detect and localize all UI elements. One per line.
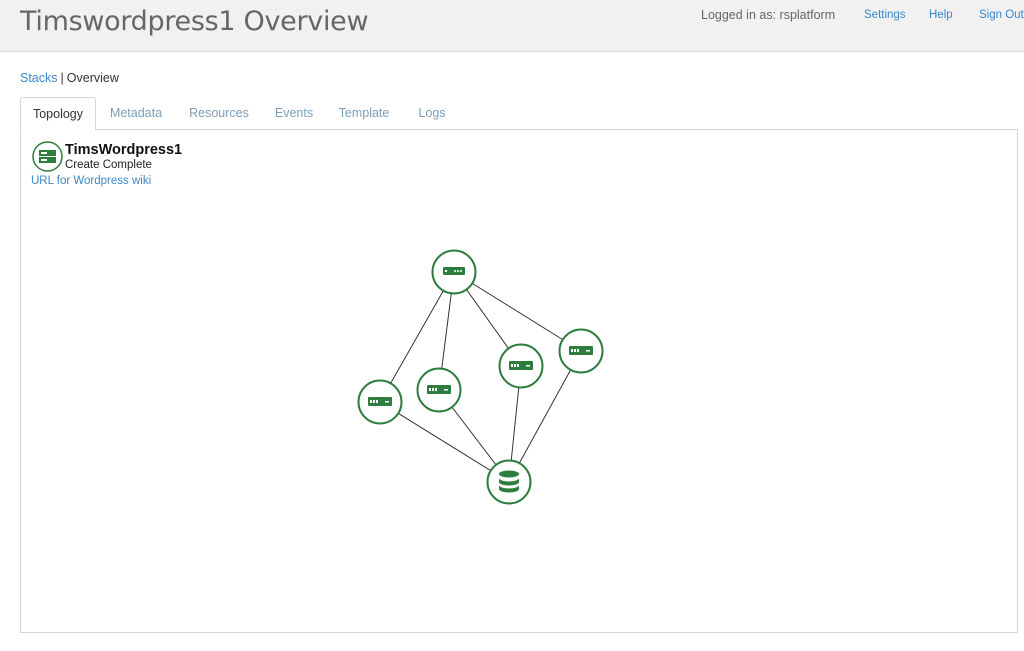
tab-template[interactable]: Template (334, 97, 394, 129)
server-node[interactable] (558, 328, 604, 374)
load-balancer-node[interactable] (431, 249, 477, 295)
server-icon (427, 385, 451, 394)
topology-graph (357, 249, 604, 505)
tab-metadata[interactable]: Metadata (101, 97, 171, 129)
sign-out-link[interactable]: Sign Out (979, 9, 1024, 21)
tab-bar: Topology Metadata Resources Events Templ… (20, 97, 1018, 131)
server-icon (509, 361, 533, 370)
tab-resources[interactable]: Resources (183, 97, 255, 129)
database-node[interactable] (486, 459, 532, 505)
logged-in-label: Logged in as: rsplatform (701, 8, 836, 22)
help-link[interactable]: Help (929, 9, 953, 21)
page-title: Timswordpress1 Overview (20, 6, 369, 37)
server-node[interactable] (498, 343, 544, 389)
top-bar: Timswordpress1 Overview Logged in as: rs… (0, 0, 1024, 52)
settings-link[interactable]: Settings (864, 9, 906, 21)
breadcrumb-separator: | (60, 71, 64, 85)
server-node[interactable] (416, 367, 462, 413)
breadcrumb: Stacks | Overview (20, 71, 119, 85)
server-icon (368, 397, 392, 406)
topology-panel: TimsWordpress1 Create Complete URL for W… (20, 129, 1018, 633)
tab-topology[interactable]: Topology (20, 97, 96, 131)
breadcrumb-stacks-link[interactable]: Stacks (20, 71, 58, 85)
database-icon (499, 470, 519, 493)
tab-events[interactable]: Events (269, 97, 319, 129)
breadcrumb-current: Overview (66, 71, 119, 85)
server-icon (569, 346, 593, 355)
tab-logs[interactable]: Logs (413, 97, 451, 129)
topology-link (379, 401, 510, 483)
server-node[interactable] (357, 379, 403, 425)
